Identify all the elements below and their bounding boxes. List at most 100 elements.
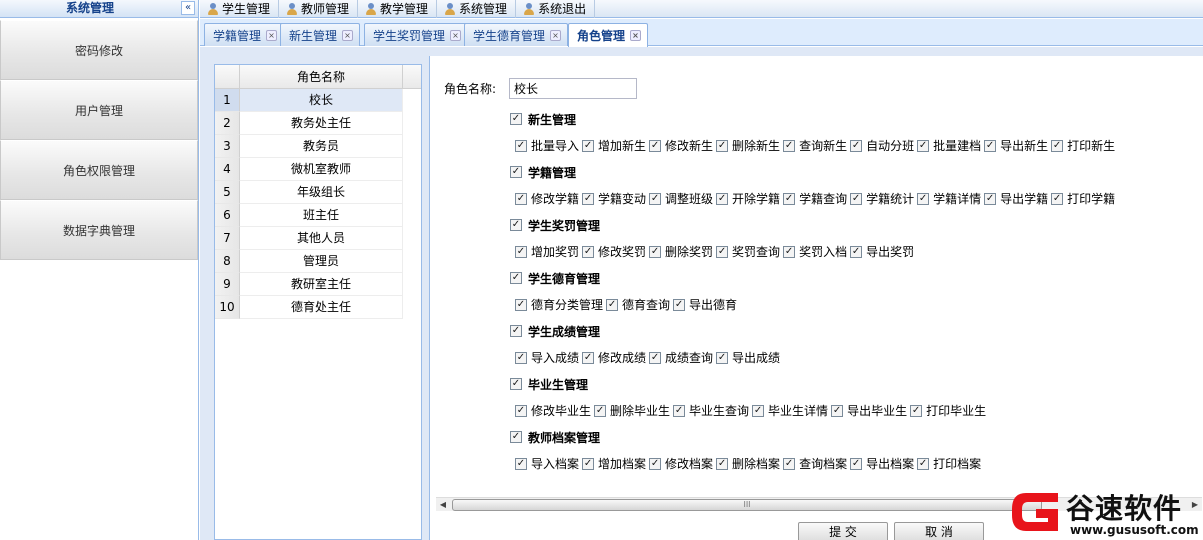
collapse-icon[interactable]: « — [181, 1, 195, 15]
permission-item[interactable]: ✓ 导出奖罚 — [850, 243, 915, 260]
checkbox[interactable]: ✓ — [594, 404, 607, 417]
top-menu-item[interactable]: 教学管理 — [358, 0, 438, 18]
checkbox[interactable]: ✓ — [510, 378, 522, 390]
table-row[interactable]: 2 教务处主任 — [215, 112, 421, 135]
checkbox[interactable]: ✓ — [510, 166, 522, 178]
scroll-left-icon[interactable]: ◀ — [436, 498, 450, 512]
permission-item[interactable]: ✓ 打印新生 — [1051, 137, 1116, 154]
checkbox[interactable]: ✓ — [582, 192, 595, 205]
permission-item[interactable]: ✓ 删除档案 — [716, 455, 781, 472]
tab[interactable]: 角色管理 × — [568, 23, 649, 47]
checkbox[interactable]: ✓ — [850, 192, 863, 205]
checkbox[interactable]: ✓ — [716, 351, 729, 364]
role-name-cell[interactable]: 其他人员 — [240, 227, 403, 250]
permission-item[interactable]: ✓ 修改新生 — [649, 137, 714, 154]
checkbox[interactable]: ✓ — [510, 219, 522, 231]
permission-item[interactable]: ✓ 德育查询 — [606, 296, 671, 313]
checkbox[interactable]: ✓ — [783, 245, 796, 258]
table-row[interactable]: 10 德育处主任 — [215, 296, 421, 319]
tab[interactable]: 学生奖罚管理 × — [364, 23, 469, 46]
checkbox[interactable]: ✓ — [515, 404, 527, 417]
permission-item[interactable]: ✓ 修改档案 — [649, 455, 714, 472]
role-name-cell[interactable]: 德育处主任 — [240, 296, 403, 319]
role-name-cell[interactable]: 管理员 — [240, 250, 403, 273]
checkbox[interactable]: ✓ — [1051, 139, 1064, 152]
checkbox[interactable]: ✓ — [515, 298, 527, 311]
role-name-cell[interactable]: 教务处主任 — [240, 112, 403, 135]
permission-item[interactable]: ✓ 学籍详情 — [917, 190, 982, 207]
permission-item[interactable]: ✓ 奖罚入档 — [783, 243, 848, 260]
checkbox[interactable]: ✓ — [510, 113, 522, 125]
checkbox[interactable]: ✓ — [649, 457, 662, 470]
permission-item[interactable]: ✓ 学籍查询 — [783, 190, 848, 207]
checkbox[interactable]: ✓ — [850, 245, 863, 258]
role-name-cell[interactable]: 教研室主任 — [240, 273, 403, 296]
permission-item[interactable]: ✓ 毕业生详情 — [752, 402, 829, 419]
checkbox[interactable]: ✓ — [783, 139, 796, 152]
role-name-input[interactable] — [509, 78, 637, 99]
role-name-cell[interactable]: 教务员 — [240, 135, 403, 158]
checkbox[interactable]: ✓ — [831, 404, 844, 417]
permission-item[interactable]: ✓ 删除新生 — [716, 137, 781, 154]
table-row[interactable]: 7 其他人员 — [215, 227, 421, 250]
close-icon[interactable]: × — [342, 29, 354, 41]
checkbox[interactable]: ✓ — [582, 457, 595, 470]
top-menu-item[interactable]: 教师管理 — [279, 0, 359, 18]
permission-item[interactable]: ✓ 批量导入 — [515, 137, 580, 154]
permission-item[interactable]: ✓ 批量建档 — [917, 137, 982, 154]
checkbox[interactable]: ✓ — [673, 298, 686, 311]
table-row[interactable]: 1 校长 — [215, 89, 421, 112]
permission-item[interactable]: ✓ 修改毕业生 — [515, 402, 592, 419]
permission-item[interactable]: ✓ 增加新生 — [582, 137, 647, 154]
close-icon[interactable]: × — [550, 29, 562, 41]
close-icon[interactable]: × — [450, 29, 462, 41]
table-row[interactable]: 4 微机室教师 — [215, 158, 421, 181]
checkbox[interactable]: ✓ — [783, 192, 796, 205]
checkbox[interactable]: ✓ — [649, 351, 662, 364]
permission-item[interactable]: ✓ 打印学籍 — [1051, 190, 1116, 207]
role-name-cell[interactable]: 班主任 — [240, 204, 403, 227]
permission-item[interactable]: ✓ 导入档案 — [515, 455, 580, 472]
checkbox[interactable]: ✓ — [910, 404, 923, 417]
cancel-button[interactable]: 取 消 — [894, 522, 984, 540]
permission-item[interactable]: ✓ 调整班级 — [649, 190, 714, 207]
checkbox[interactable]: ✓ — [515, 351, 527, 364]
permission-item[interactable]: ✓ 查询档案 — [783, 455, 848, 472]
permission-item[interactable]: ✓ 自动分班 — [850, 137, 915, 154]
checkbox[interactable]: ✓ — [515, 245, 527, 258]
checkbox[interactable]: ✓ — [582, 351, 595, 364]
permission-item[interactable]: ✓ 删除奖罚 — [649, 243, 714, 260]
checkbox[interactable]: ✓ — [752, 404, 765, 417]
checkbox[interactable]: ✓ — [917, 457, 930, 470]
permission-item[interactable]: ✓ 奖罚查询 — [716, 243, 781, 260]
sidebar-item[interactable]: 用户管理 — [0, 80, 198, 140]
checkbox[interactable]: ✓ — [649, 192, 662, 205]
table-row[interactable]: 8 管理员 — [215, 250, 421, 273]
permission-item[interactable]: ✓ 德育分类管理 — [515, 296, 604, 313]
checkbox[interactable]: ✓ — [515, 457, 527, 470]
checkbox[interactable]: ✓ — [649, 245, 662, 258]
checkbox[interactable]: ✓ — [917, 192, 930, 205]
permission-item[interactable]: ✓ 删除毕业生 — [594, 402, 671, 419]
checkbox[interactable]: ✓ — [1051, 192, 1064, 205]
checkbox[interactable]: ✓ — [673, 404, 686, 417]
permission-item[interactable]: ✓ 开除学籍 — [716, 190, 781, 207]
permission-item[interactable]: ✓ 修改学籍 — [515, 190, 580, 207]
permission-item[interactable]: ✓ 导出档案 — [850, 455, 915, 472]
checkbox[interactable]: ✓ — [649, 139, 662, 152]
close-icon[interactable]: × — [630, 30, 642, 41]
sidebar-item[interactable]: 密码修改 — [0, 20, 198, 80]
checkbox[interactable]: ✓ — [510, 272, 522, 284]
table-row[interactable]: 9 教研室主任 — [215, 273, 421, 296]
permission-item[interactable]: ✓ 成绩查询 — [649, 349, 714, 366]
close-icon[interactable]: × — [266, 29, 278, 41]
role-name-cell[interactable]: 年级组长 — [240, 181, 403, 204]
permission-item[interactable]: ✓ 修改成绩 — [582, 349, 647, 366]
permission-item[interactable]: ✓ 查询新生 — [783, 137, 848, 154]
checkbox[interactable]: ✓ — [716, 245, 729, 258]
top-menu-item[interactable]: 系统管理 — [437, 0, 517, 18]
checkbox[interactable]: ✓ — [510, 325, 522, 337]
checkbox[interactable]: ✓ — [510, 431, 522, 443]
top-menu-item[interactable]: 学生管理 — [200, 0, 280, 18]
permission-item[interactable]: ✓ 打印毕业生 — [910, 402, 987, 419]
